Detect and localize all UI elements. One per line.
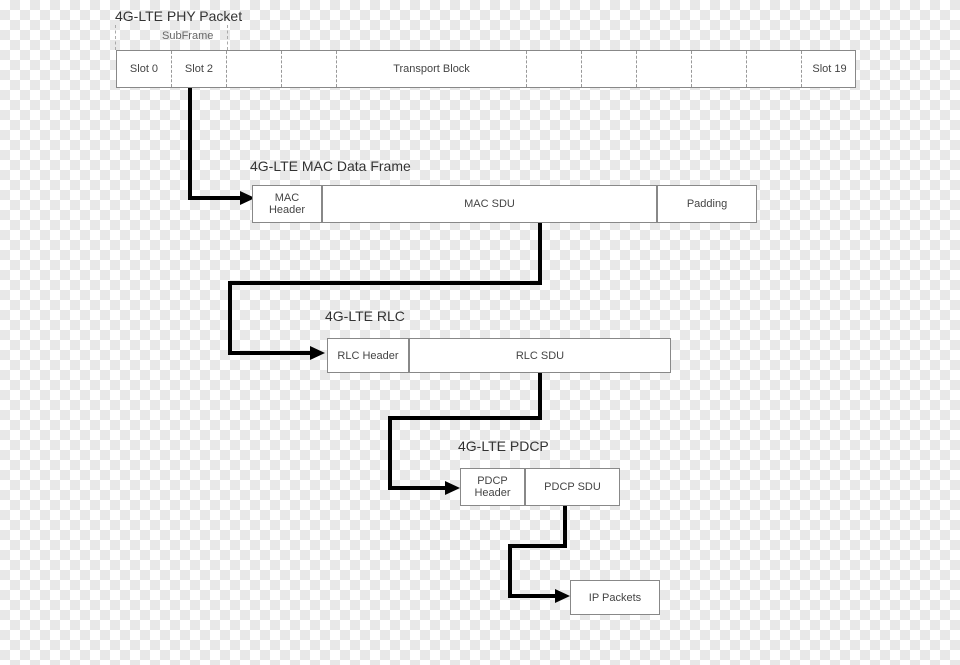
phy-slot-empty-4 <box>582 51 637 87</box>
pdcp-title: 4G-LTE PDCP <box>458 438 549 454</box>
rlc-title: 4G-LTE RLC <box>325 308 405 324</box>
mac-sdu: MAC SDU <box>322 185 657 223</box>
phy-slot0: Slot 0 <box>117 51 172 87</box>
ip-packets: IP Packets <box>570 580 660 615</box>
subframe-bracket <box>115 25 228 50</box>
rlc-header: RLC Header <box>327 338 409 373</box>
phy-slot19: Slot 19 <box>802 51 857 87</box>
mac-title: 4G-LTE MAC Data Frame <box>250 158 411 174</box>
phy-slot-empty-1 <box>227 51 282 87</box>
mac-padding: Padding <box>657 185 757 223</box>
arrow-phy-to-mac <box>110 88 260 216</box>
phy-transport-block: Transport Block <box>337 51 527 87</box>
phy-title: 4G-LTE PHY Packet <box>115 8 242 24</box>
phy-packet-container: Slot 0 Slot 2 Transport Block Slot 19 <box>116 50 856 88</box>
pdcp-sdu: PDCP SDU <box>525 468 620 506</box>
phy-slot-empty-3 <box>527 51 582 87</box>
phy-slot-empty-6 <box>692 51 747 87</box>
phy-slot2: Slot 2 <box>172 51 227 87</box>
pdcp-header: PDCP Header <box>460 468 525 506</box>
rlc-sdu: RLC SDU <box>409 338 671 373</box>
phy-slot-empty-7 <box>747 51 802 87</box>
phy-slot-empty-5 <box>637 51 692 87</box>
mac-header: MAC Header <box>252 185 322 223</box>
phy-slot-empty-2 <box>282 51 337 87</box>
